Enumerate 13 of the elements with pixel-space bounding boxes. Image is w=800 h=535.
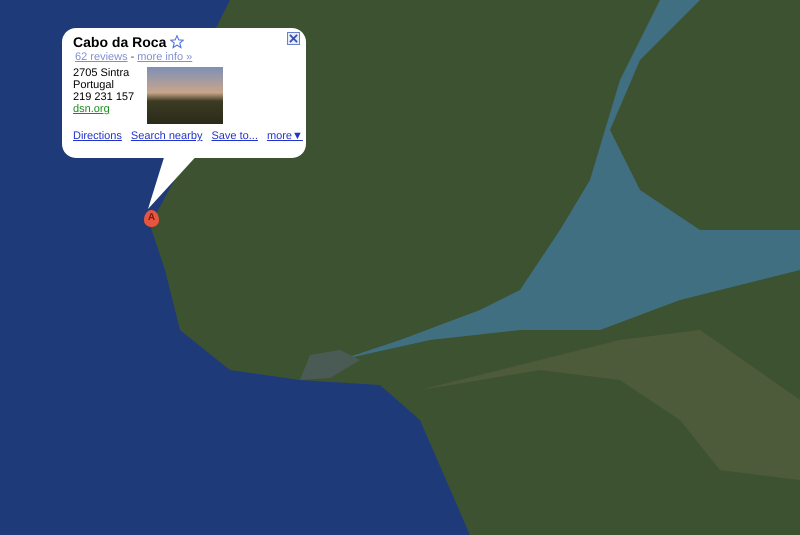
- place-title: Cabo da Roca: [73, 34, 166, 50]
- action-link[interactable]: Directions: [73, 130, 122, 142]
- address-line: 2705 Sintra: [73, 67, 130, 79]
- star-icon[interactable]: [170, 35, 184, 49]
- separator: -: [130, 51, 134, 63]
- satellite-map-drawing[interactable]: [0, 0, 800, 535]
- action-link[interactable]: more▼: [266, 130, 303, 142]
- website-link[interactable]: dsn.org: [73, 103, 134, 115]
- close-icon[interactable]: [287, 32, 300, 45]
- action-link[interactable]: Search nearby: [130, 130, 202, 142]
- action-link[interactable]: Save to...: [211, 130, 258, 142]
- address-line: Portugal: [73, 79, 115, 91]
- address-line: 219 231 157: [73, 91, 134, 103]
